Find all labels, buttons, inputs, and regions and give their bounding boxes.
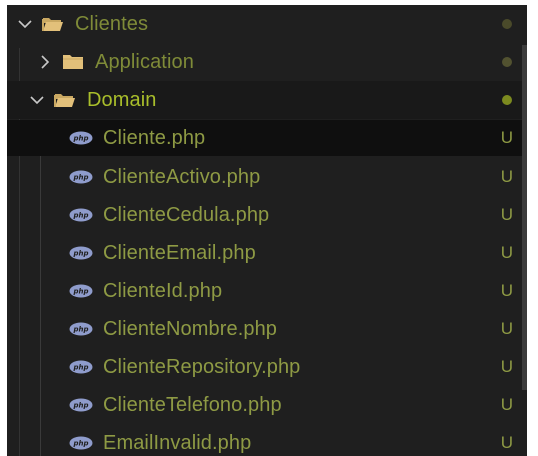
php-icon: php: [69, 169, 93, 185]
tree-file-item[interactable]: php Cliente.php U: [7, 120, 527, 156]
git-status-untracked: U: [500, 167, 513, 186]
svg-text:php: php: [72, 326, 88, 334]
status-dot: [502, 57, 512, 67]
php-icon: php: [69, 283, 93, 299]
tree-folder-clientes[interactable]: Clientes: [7, 5, 527, 43]
file-label: ClienteTelefono.php: [103, 393, 282, 416]
tree-file-item[interactable]: php ClienteTelefono.php U: [7, 386, 527, 424]
tree-folder-label: Domain: [87, 88, 157, 111]
svg-text:php: php: [72, 250, 88, 258]
php-icon: php: [69, 397, 93, 413]
status-dot: [502, 19, 512, 29]
tree-folder-label: Clientes: [75, 12, 149, 35]
git-status-untracked: U: [500, 395, 513, 414]
file-label: ClienteNombre.php: [103, 317, 278, 340]
php-icon: php: [69, 130, 93, 146]
tree-file-item[interactable]: php ClienteNombre.php U: [7, 310, 527, 348]
tree-folder-application[interactable]: Application: [7, 43, 527, 81]
git-status-untracked: U: [500, 128, 513, 147]
folder-closed-icon: [61, 52, 85, 72]
svg-text:php: php: [72, 402, 88, 410]
git-status-untracked: U: [500, 319, 513, 338]
file-label: ClienteEmail.php: [103, 241, 256, 264]
tree-file-item[interactable]: php ClienteCedula.php U: [7, 196, 527, 234]
git-status-untracked: U: [500, 281, 513, 300]
file-label: ClienteId.php: [103, 279, 223, 302]
chevron-down-icon: [13, 12, 37, 36]
file-label: ClienteActivo.php: [103, 165, 261, 188]
file-label: ClienteRepository.php: [103, 355, 301, 378]
tree-file-item[interactable]: php ClienteRepository.php U: [7, 348, 527, 386]
tree-folder-label: Application: [95, 50, 194, 73]
php-icon: php: [69, 359, 93, 375]
git-status-untracked: U: [500, 243, 513, 262]
svg-text:php: php: [72, 135, 88, 143]
php-icon: php: [69, 435, 93, 451]
php-icon: php: [69, 207, 93, 223]
php-icon: php: [69, 245, 93, 261]
git-status-untracked: U: [500, 205, 513, 224]
svg-text:php: php: [72, 212, 88, 220]
file-label: Cliente.php: [103, 126, 206, 149]
tree-file-item[interactable]: php ClienteId.php U: [7, 272, 527, 310]
tree-file-item[interactable]: php ClienteActivo.php U: [7, 158, 527, 196]
tree-file-item[interactable]: php ClienteEmail.php U: [7, 234, 527, 272]
status-dot: [502, 95, 512, 105]
tree-file-item[interactable]: php EmailInvalid.php U: [7, 424, 527, 456]
file-explorer: Clientes Application Domain php Cliente.…: [7, 5, 527, 456]
file-label: EmailInvalid.php: [103, 431, 252, 454]
folder-open-icon: [41, 14, 65, 34]
svg-text:php: php: [72, 288, 88, 296]
svg-text:php: php: [72, 364, 88, 372]
vertical-scrollbar[interactable]: [522, 45, 527, 390]
file-label: ClienteCedula.php: [103, 203, 270, 226]
folder-open-icon: [53, 90, 77, 110]
svg-text:php: php: [72, 174, 88, 182]
svg-text:php: php: [72, 440, 88, 448]
chevron-down-icon: [25, 88, 49, 112]
git-status-untracked: U: [500, 433, 513, 452]
chevron-right-icon: [33, 50, 57, 74]
tree-folder-domain[interactable]: Domain: [7, 81, 527, 119]
git-status-untracked: U: [500, 357, 513, 376]
php-icon: php: [69, 321, 93, 337]
